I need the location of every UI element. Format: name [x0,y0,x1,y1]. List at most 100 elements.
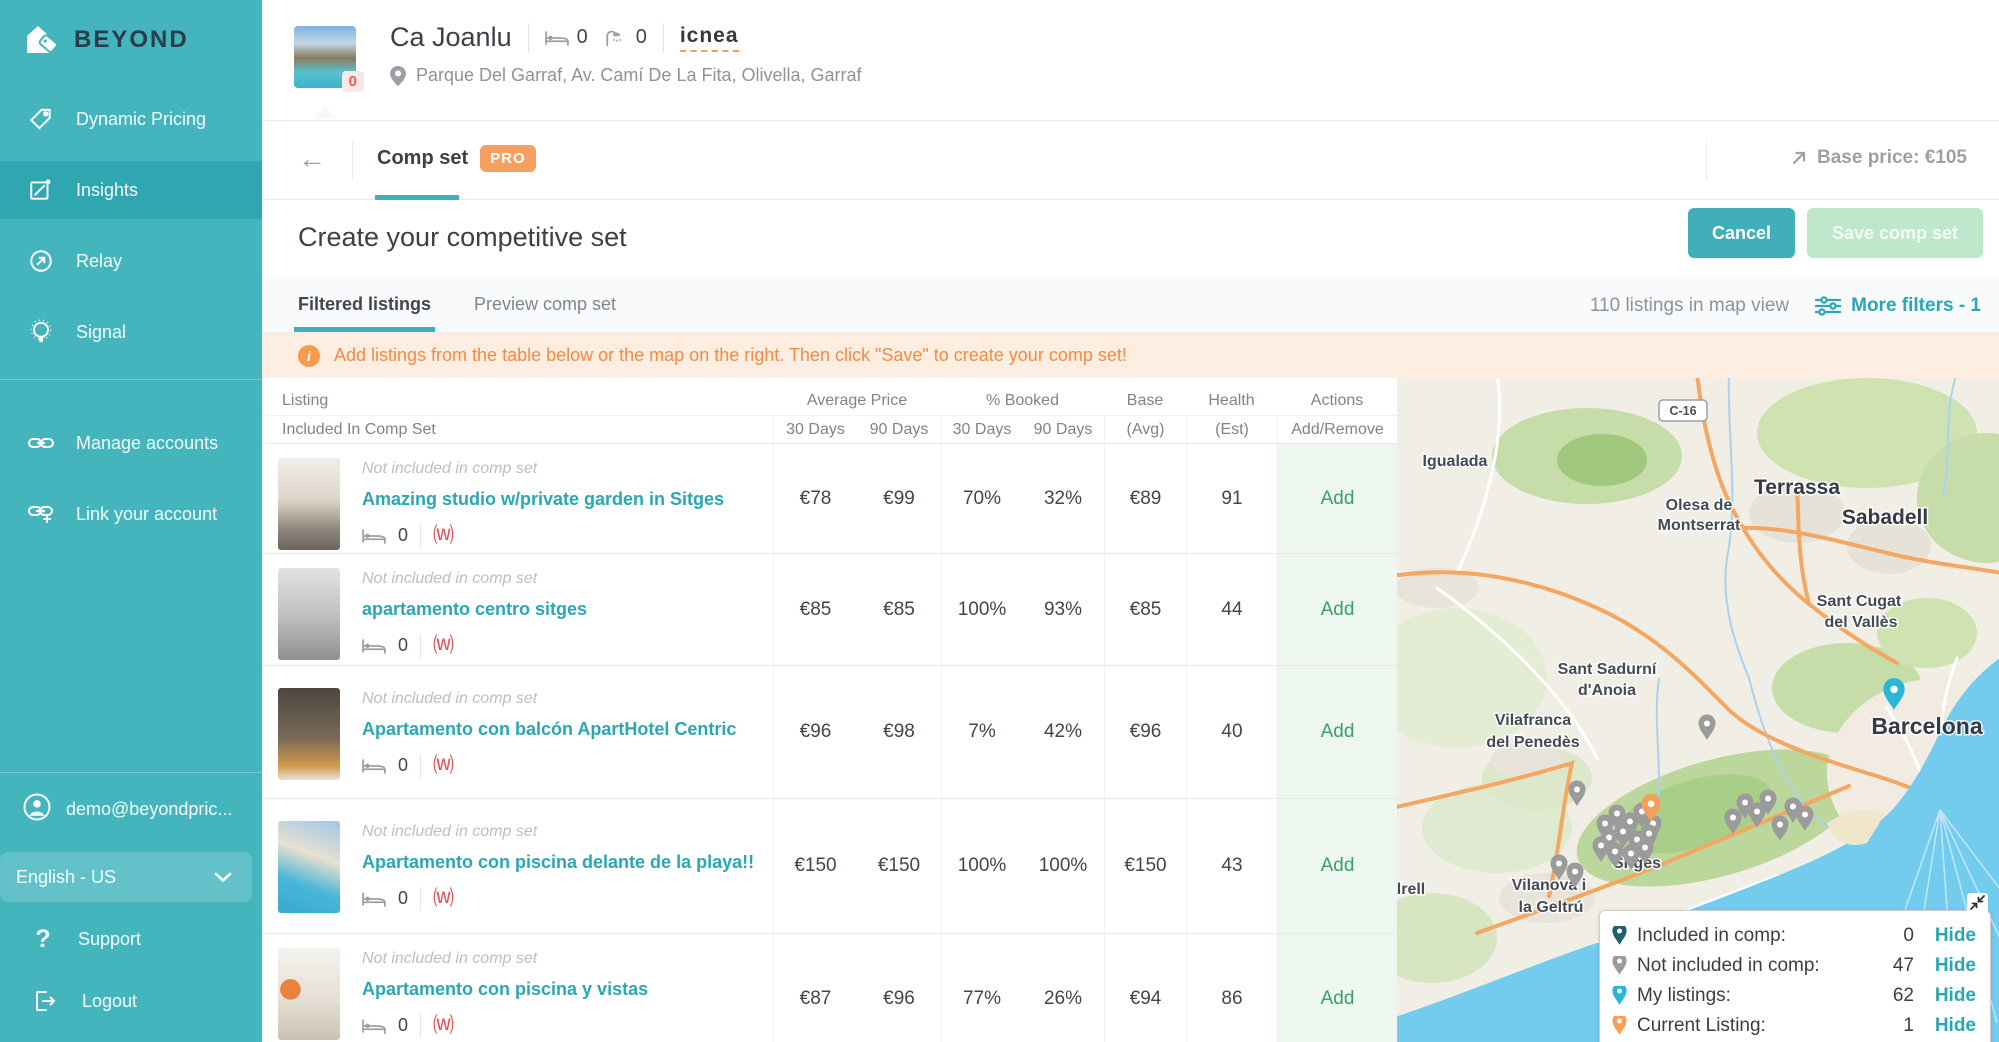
sidebar-item-manage-accounts[interactable]: Manage accounts [0,414,262,472]
add-button[interactable]: Add [1321,488,1355,510]
avg-90: €96 [857,934,941,1042]
add-button[interactable]: Add [1321,855,1355,877]
airbnb-icon: ⒲ [433,755,454,776]
property-address: Parque Del Garraf, Av. Camí De La Fita, … [416,65,862,86]
logout-button[interactable]: Logout [0,970,262,1032]
svg-text:lrell: lrell [1397,881,1425,898]
subheader-avg: (Avg) [1104,416,1186,443]
booked-30: 70% [941,444,1022,553]
insights-chart-icon [26,177,56,203]
hide-link[interactable]: Hide [1924,925,1976,947]
svg-text:Olesa de: Olesa de [1666,497,1733,514]
back-arrow-icon[interactable]: ← [298,143,326,175]
subheader-90-days-price[interactable]: 90 Days [857,421,941,439]
listing-name-link[interactable]: Apartamento con balcón ApartHotel Centri… [362,716,736,744]
booked-90: 100% [1022,799,1104,933]
sidebar-item-label: Link your account [76,504,217,525]
avg-30: €87 [773,934,857,1042]
sidebar-item-label: Signal [76,322,126,343]
col-header-average-price[interactable]: Average Price [773,392,941,410]
sidebar-divider [0,379,262,380]
more-filters-button[interactable]: More filters - 1 [1815,295,1981,317]
logo-text: BEYOND [74,26,189,54]
subheader-30-days-booked[interactable]: 30 Days [941,416,1022,443]
col-header-listing[interactable]: Listing [262,392,773,410]
bed-count: 0 [398,525,408,546]
save-comp-set-button[interactable]: Save comp set [1807,208,1983,258]
comp-status: Not included in comp set [362,690,736,708]
subheader-add-remove: Add/Remove [1277,416,1397,443]
pin-icon-gray [1612,956,1627,976]
listing-name-link[interactable]: Apartamento con piscina delante de la pl… [362,849,754,877]
airbnb-icon: ⒲ [433,888,454,909]
link-plus-icon [26,503,56,525]
beds-stat: 0 [545,26,588,49]
sidebar-item-relay[interactable]: Relay [0,232,262,290]
route-badge: C-16 [1659,400,1707,421]
info-banner: i Add listings from the table below or t… [262,333,1999,378]
language-select[interactable]: English - US [0,852,252,902]
listings-count: 110 listings in map view [1590,295,1789,317]
bed-count: 0 [398,635,408,656]
listing-name-link[interactable]: Apartamento con piscina y vistas [362,976,648,1004]
avg-90: €99 [857,444,941,553]
subheader-30-days-price[interactable]: 30 Days [773,416,857,443]
account-email[interactable]: demo@beyondpric... [0,772,262,846]
property-thumbnail[interactable]: 0 [294,26,356,88]
avg-30: €85 [773,554,857,665]
svg-text:Terrassa: Terrassa [1754,476,1840,499]
add-button[interactable]: Add [1321,599,1355,621]
hide-link[interactable]: Hide [1924,955,1976,977]
base-avg: €150 [1104,799,1186,933]
collapse-icon[interactable] [1967,893,1988,917]
subheader-est: (Est) [1186,416,1277,443]
col-header-pct-booked[interactable]: % Booked [941,392,1104,410]
sidebar-item-insights[interactable]: Insights [0,161,262,219]
add-button[interactable]: Add [1321,721,1355,743]
signal-icon [26,319,56,345]
legend-row-my-listings: My listings: 62 Hide [1612,981,1976,1011]
tab-bar: ← Comp set PRO Base price: €105 [262,120,1999,200]
comp-status: Not included in comp set [362,460,724,478]
sidebar-item-dynamic-pricing[interactable]: Dynamic Pricing [0,90,262,148]
map-view[interactable]: C-16 Igualada Olesa de Montserrat Terras… [1397,378,1999,1042]
add-button[interactable]: Add [1321,988,1355,1010]
listing-name-link[interactable]: Amazing studio w/private garden in Sitge… [362,486,724,514]
booked-30: 100% [941,799,1022,933]
booked-90: 42% [1022,666,1104,798]
pin-icon-cyan [1612,986,1627,1006]
sidebar-item-signal[interactable]: Signal [0,303,262,361]
cancel-button[interactable]: Cancel [1688,208,1795,258]
base-avg: €85 [1104,554,1186,665]
listing-thumbnail [278,568,340,660]
table-row: Not included in comp set Apartamento con… [262,799,1397,934]
col-header-health[interactable]: Health [1186,392,1277,410]
tab-filtered-listings[interactable]: Filtered listings [298,294,431,315]
user-avatar-icon [22,792,52,827]
svg-text:Igualada: Igualada [1423,453,1488,470]
hide-link[interactable]: Hide [1924,985,1976,1007]
page-title: Create your competitive set [298,222,627,253]
avg-30: €78 [773,444,857,553]
table-header-row: Listing Average Price % Booked Base Heal… [262,386,1397,416]
table-subheader-row: Included In Comp Set 30 Days 90 Days 30 … [262,416,1397,444]
chevron-down-icon [214,867,232,888]
avg-90: €98 [857,666,941,798]
hide-link[interactable]: Hide [1924,1015,1976,1037]
support-label: Support [78,929,141,950]
listing-name-link[interactable]: apartamento centro sitges [362,596,587,624]
sidebar-item-link-account[interactable]: Link your account [0,485,262,543]
subheader-90-days-booked[interactable]: 90 Days [1022,421,1104,439]
svg-text:del Vallès: del Vallès [1825,614,1898,631]
legend-row-not-included: Not included in comp: 47 Hide [1612,951,1976,981]
tab-preview-comp-set[interactable]: Preview comp set [474,294,616,315]
base-avg: €96 [1104,666,1186,798]
tab-comp-set[interactable]: Comp set PRO [377,145,536,172]
base-price[interactable]: Base price: €105 [1791,147,1967,169]
support-link[interactable]: ? Support [0,908,262,970]
col-header-base[interactable]: Base [1104,392,1186,410]
svg-text:Sant Sadurní: Sant Sadurní [1558,661,1657,678]
airbnb-icon: ⒲ [433,525,454,546]
listing-thumbnail [278,688,340,780]
booked-90: 26% [1022,934,1104,1042]
